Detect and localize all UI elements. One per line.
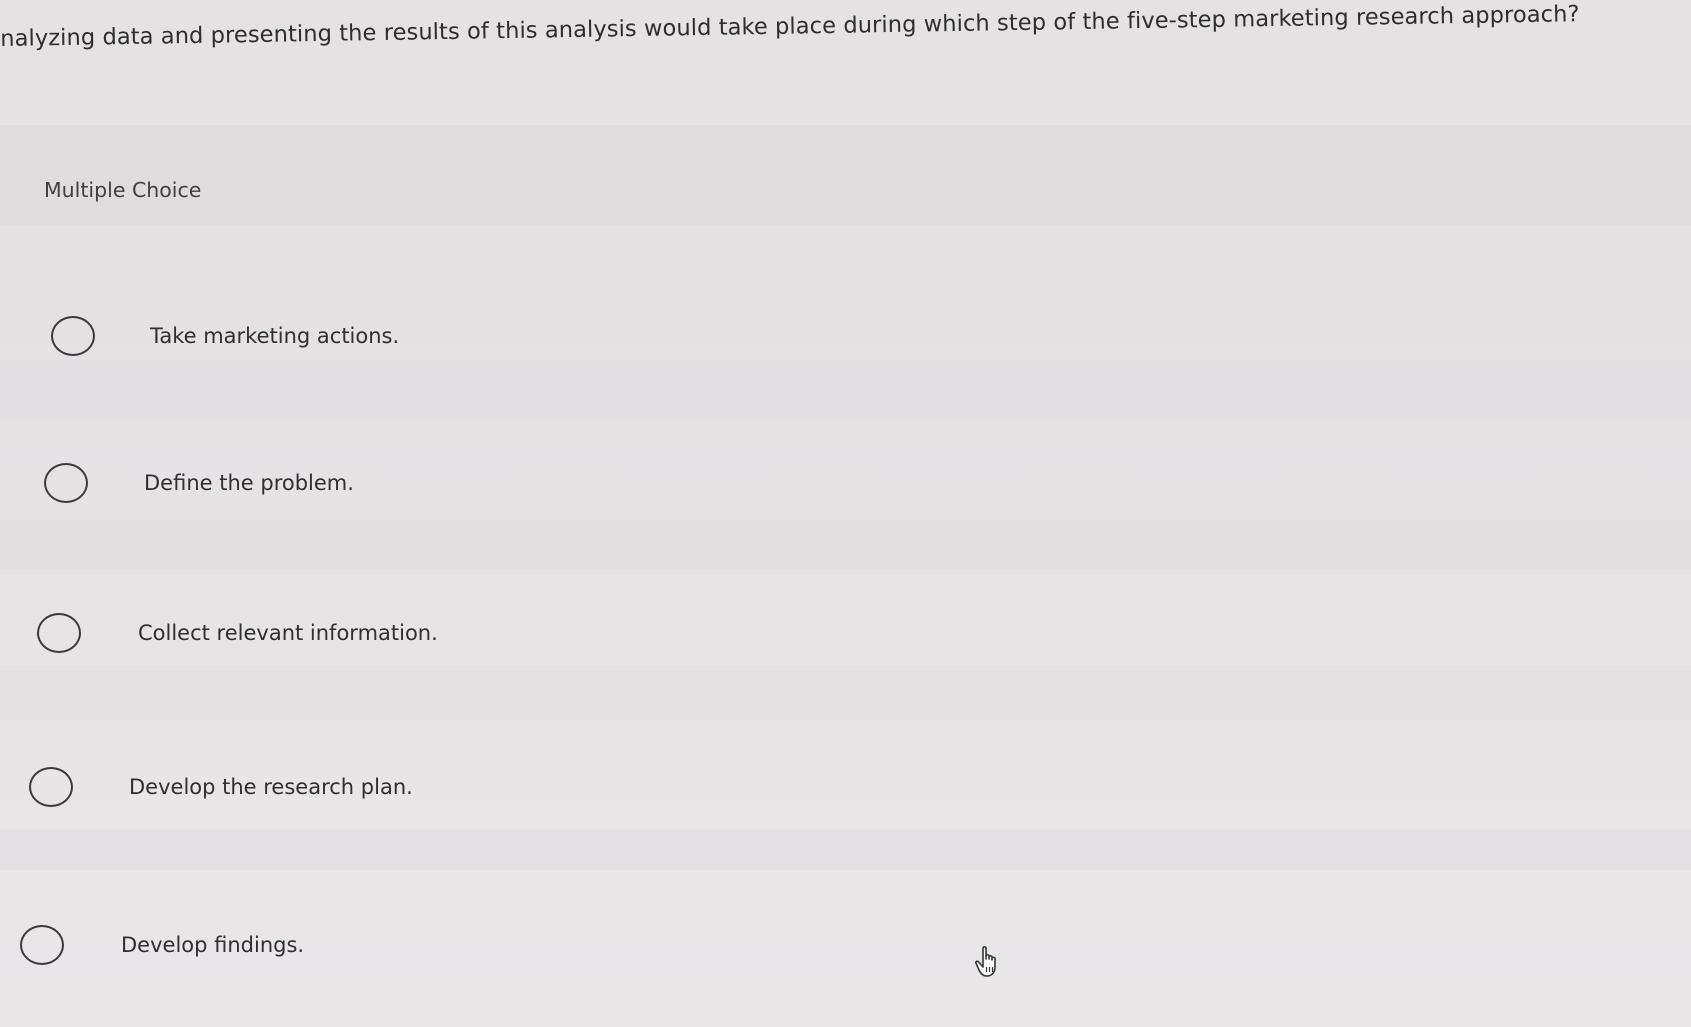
answer-option-label: Develop findings. bbox=[121, 933, 305, 957]
radio-button[interactable] bbox=[20, 925, 64, 965]
answer-option[interactable]: Define the problem. bbox=[44, 458, 354, 508]
background-band bbox=[0, 670, 1691, 720]
answer-option-label: Define the problem. bbox=[144, 471, 354, 495]
background-band bbox=[0, 360, 1691, 420]
background-band bbox=[0, 520, 1691, 570]
answer-option-label: Take marketing actions. bbox=[150, 324, 400, 348]
question-text: nalyzing data and presenting the results… bbox=[0, 1, 1580, 52]
background-band bbox=[0, 830, 1691, 870]
radio-button[interactable] bbox=[37, 613, 81, 653]
radio-button[interactable] bbox=[29, 767, 73, 807]
background-band bbox=[0, 125, 1691, 225]
answer-option[interactable]: Take marketing actions. bbox=[51, 311, 399, 361]
radio-button[interactable] bbox=[44, 463, 88, 503]
radio-button[interactable] bbox=[51, 316, 95, 356]
question-type-label: Multiple Choice bbox=[44, 178, 202, 202]
answer-option-label: Collect relevant information. bbox=[138, 621, 438, 645]
answer-option-label: Develop the research plan. bbox=[129, 775, 413, 799]
answer-option[interactable]: Develop findings. bbox=[20, 920, 304, 970]
answer-option[interactable]: Collect relevant information. bbox=[37, 608, 438, 658]
answer-option[interactable]: Develop the research plan. bbox=[29, 762, 413, 812]
hand-pointer-icon bbox=[975, 946, 996, 977]
